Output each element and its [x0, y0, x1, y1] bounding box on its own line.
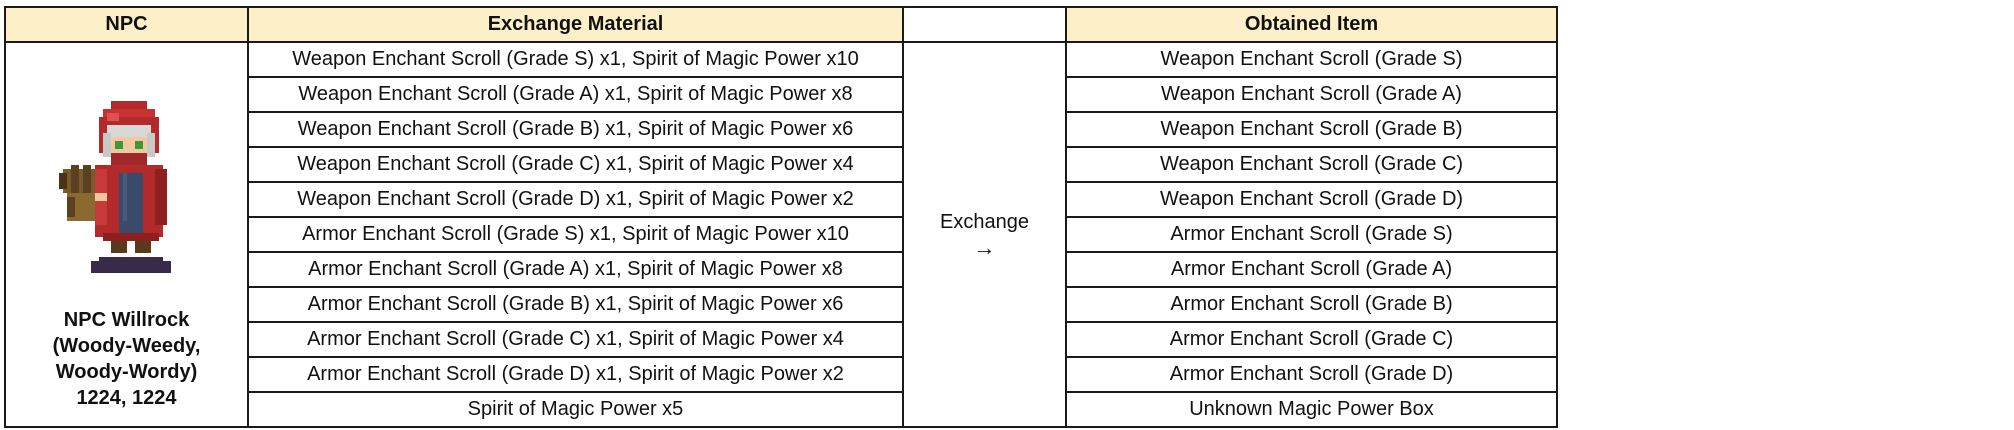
- material-cell: Weapon Enchant Scroll (Grade S) x1, Spir…: [247, 41, 904, 78]
- table-body: NPC Willrock (Woody-Weedy, Woody-Wordy) …: [4, 41, 1558, 428]
- exchange-cell: Exchange →: [902, 41, 1067, 428]
- obtained-cell: Armor Enchant Scroll (Grade B): [1065, 286, 1558, 323]
- material-cell: Weapon Enchant Scroll (Grade B) x1, Spir…: [247, 111, 904, 148]
- material-cell: Weapon Enchant Scroll (Grade D) x1, Spir…: [247, 181, 904, 218]
- obtained-cell: Weapon Enchant Scroll (Grade A): [1065, 76, 1558, 113]
- exchange-table: NPC Exchange Material Obtained Item NPC …: [4, 6, 1558, 428]
- obtained-cell: Weapon Enchant Scroll (Grade D): [1065, 181, 1558, 218]
- header-obtained-item: Obtained Item: [1065, 6, 1558, 43]
- npc-cell: NPC Willrock (Woody-Weedy, Woody-Wordy) …: [4, 41, 249, 428]
- obtained-cell: Armor Enchant Scroll (Grade A): [1065, 251, 1558, 288]
- material-cell: Weapon Enchant Scroll (Grade A) x1, Spir…: [247, 76, 904, 113]
- header-spacer: [902, 6, 1067, 43]
- header-exchange-material: Exchange Material: [247, 6, 904, 43]
- material-cell: Spirit of Magic Power x5: [247, 391, 904, 428]
- header-npc: NPC: [4, 6, 249, 43]
- right-arrow-icon: →: [973, 234, 996, 260]
- material-cell: Armor Enchant Scroll (Grade C) x1, Spiri…: [247, 321, 904, 358]
- npc-name: NPC Willrock (Woody-Weedy, Woody-Wordy) …: [7, 307, 246, 411]
- obtained-cell: Armor Enchant Scroll (Grade S): [1065, 216, 1558, 253]
- material-cell: Weapon Enchant Scroll (Grade C) x1, Spir…: [247, 146, 904, 183]
- material-cell: Armor Enchant Scroll (Grade B) x1, Spiri…: [247, 286, 904, 323]
- obtained-cell: Armor Enchant Scroll (Grade C): [1065, 321, 1558, 358]
- obtained-cell: Armor Enchant Scroll (Grade D): [1065, 356, 1558, 393]
- npc-name-line: Woody-Wordy): [55, 360, 198, 383]
- material-cell: Armor Enchant Scroll (Grade A) x1, Spiri…: [247, 251, 904, 288]
- header-row: NPC Exchange Material Obtained Item: [4, 6, 1558, 43]
- npc-name-line: 1224, 1224: [76, 386, 177, 409]
- npc-sprite-icon: [58, 100, 171, 273]
- exchange-label: Exchange: [940, 210, 1029, 233]
- obtained-cell: Weapon Enchant Scroll (Grade S): [1065, 41, 1558, 78]
- npc-name-line: NPC Willrock: [63, 308, 190, 331]
- material-cell: Armor Enchant Scroll (Grade S) x1, Spiri…: [247, 216, 904, 253]
- npc-name-line: (Woody-Weedy,: [52, 334, 201, 357]
- obtained-cell: Weapon Enchant Scroll (Grade B): [1065, 111, 1558, 148]
- obtained-cell: Weapon Enchant Scroll (Grade C): [1065, 146, 1558, 183]
- obtained-cell: Unknown Magic Power Box: [1065, 391, 1558, 428]
- table-row: NPC Willrock (Woody-Weedy, Woody-Wordy) …: [4, 41, 1558, 428]
- material-cell: Armor Enchant Scroll (Grade D) x1, Spiri…: [247, 356, 904, 393]
